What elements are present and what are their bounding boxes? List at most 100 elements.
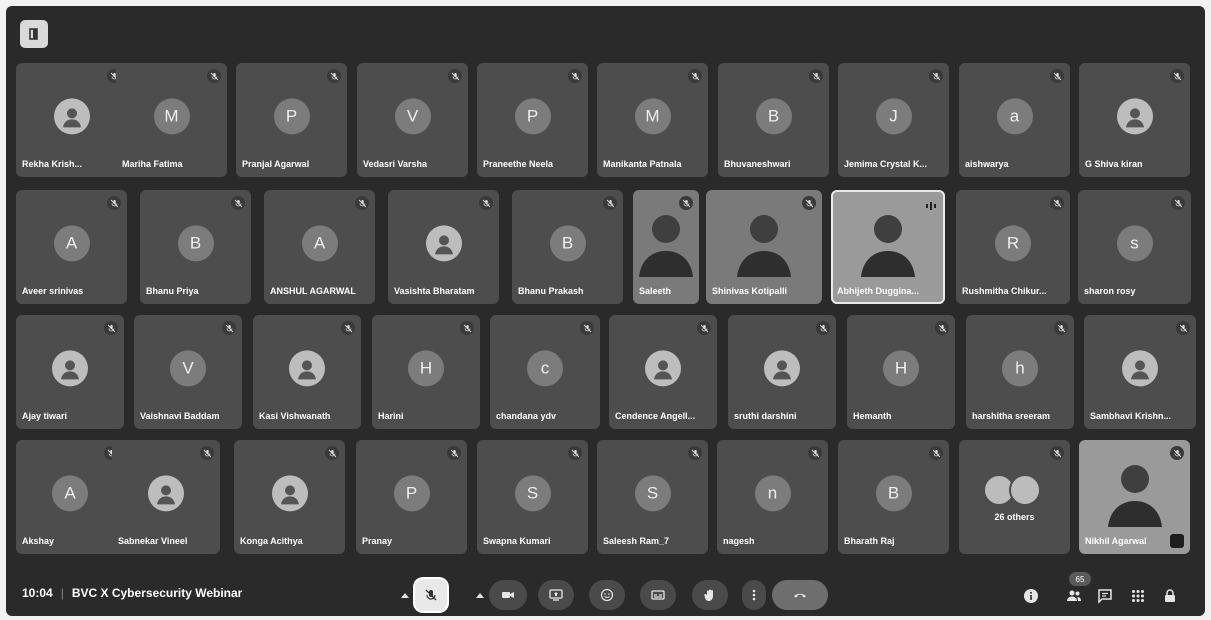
avatar: A	[301, 225, 338, 262]
mic-off-icon	[231, 196, 245, 210]
participant-tile[interactable]: J Jemima Crystal K...	[838, 63, 949, 177]
participant-name: Vedasri Varsha	[363, 159, 428, 169]
exit-fullscreen-button[interactable]	[20, 20, 48, 48]
participant-tile[interactable]: G Shiva kiran	[1079, 63, 1190, 177]
activities-button[interactable]	[1128, 586, 1148, 606]
participant-tile[interactable]: Konga Acithya	[234, 440, 345, 554]
participant-tile[interactable]: B Bhanu Priya	[140, 190, 251, 304]
meeting-time: 10:04	[22, 586, 53, 600]
participant-tile[interactable]: n nagesh	[717, 440, 828, 554]
participant-name: Swapna Kumari	[483, 536, 551, 546]
host-controls-button[interactable]	[1160, 586, 1180, 606]
camera-options-button[interactable]	[471, 580, 489, 610]
participant-tile[interactable]: P Pranay	[356, 440, 467, 554]
participant-tile[interactable]: A ANSHUL AGARWAL	[264, 190, 375, 304]
participant-tile[interactable]: P Praneethe Neela	[477, 63, 588, 177]
participant-tile[interactable]: V Vaishnavi Baddam	[134, 315, 242, 429]
participant-tile[interactable]: A Aveer srinivas	[16, 190, 127, 304]
mic-options-button[interactable]	[396, 580, 414, 610]
participant-tile[interactable]: A Akshay	[16, 440, 124, 554]
participant-tile[interactable]: H Harini	[372, 315, 480, 429]
participant-tile[interactable]: H Hemanth	[847, 315, 955, 429]
camera-toggle-button[interactable]	[489, 580, 527, 610]
participant-tile[interactable]: Kasi Vishwanath	[253, 315, 361, 429]
participant-tile[interactable]: h harshitha sreeram	[966, 315, 1074, 429]
participant-tile[interactable]: Shinivas Kotipalli	[706, 190, 822, 304]
avatar: P	[273, 98, 310, 135]
meeting-details-button[interactable]	[1021, 586, 1041, 606]
participant-tile[interactable]: Cendence Angell...	[609, 315, 717, 429]
others-tile[interactable]: 26 others	[959, 440, 1070, 554]
participant-video	[633, 207, 699, 282]
participant-name: Bharath Raj	[844, 536, 895, 546]
participant-tile[interactable]: s sharon rosy	[1078, 190, 1191, 304]
mic-off-icon	[448, 69, 462, 83]
avatar	[289, 350, 325, 387]
avatar: H	[883, 350, 919, 387]
participant-video	[729, 207, 799, 282]
participant-tile[interactable]: a aishwarya	[959, 63, 1070, 177]
participant-tile[interactable]: Saleeth	[633, 190, 699, 304]
avatar: B	[875, 475, 912, 512]
participant-tile[interactable]: B Bhanu Prakash	[512, 190, 623, 304]
participant-tile[interactable]: Nikhil Agarwal	[1079, 440, 1190, 554]
avatar	[645, 350, 681, 387]
participant-tile[interactable]: M Manikanta Patnala	[597, 63, 708, 177]
participant-tile[interactable]: V Vedasri Varsha	[357, 63, 468, 177]
avatar: A	[52, 475, 88, 512]
participant-tile[interactable]: S Saleesh Ram_7	[597, 440, 708, 554]
people-icon	[1067, 590, 1081, 601]
people-button[interactable]	[1064, 586, 1084, 606]
leave-call-button[interactable]	[772, 580, 828, 610]
more-options-button[interactable]	[742, 580, 766, 610]
participant-tile[interactable]: Ajay tiwari	[16, 315, 124, 429]
participant-name: Akshay	[22, 536, 55, 546]
chat-button[interactable]	[1095, 586, 1115, 606]
avatar: H	[408, 350, 444, 387]
participant-name: Bhanu Prakash	[518, 286, 584, 296]
avatar: B	[549, 225, 586, 262]
others-count-label: 26 others	[994, 512, 1035, 522]
picture-in-picture-icon[interactable]	[1170, 534, 1184, 548]
captions-button[interactable]	[640, 580, 676, 610]
mic-off-icon	[207, 69, 221, 83]
participant-tile[interactable]: c chandana ydv	[490, 315, 600, 429]
mic-off-icon	[1050, 446, 1064, 460]
mic-off-icon	[802, 196, 816, 210]
participant-tile[interactable]: B Bharath Raj	[838, 440, 949, 554]
participant-tile[interactable]: sruthi darshini	[728, 315, 836, 429]
avatar: P	[393, 475, 430, 512]
participant-video	[853, 207, 923, 282]
participant-tile[interactable]: Abhijeth Duggina...	[831, 190, 945, 304]
mic-off-icon	[929, 69, 943, 83]
participant-tile[interactable]: Sabnekar Vineel	[112, 440, 220, 554]
chevron-up-icon	[401, 592, 409, 598]
participant-tile[interactable]: S Swapna Kumari	[477, 440, 588, 554]
participant-name: harshitha sreeram	[972, 411, 1051, 421]
mic-off-icon	[929, 446, 943, 460]
mic-off-icon	[1050, 69, 1064, 83]
participant-name: Kasi Vishwanath	[259, 411, 331, 421]
participant-name: Vasishta Bharatam	[394, 286, 475, 296]
participant-name: sruthi darshini	[734, 411, 797, 421]
chat-icon	[1098, 589, 1112, 604]
participant-tile[interactable]: Sambhavi Krishn...	[1084, 315, 1196, 429]
avatar: c	[527, 350, 563, 387]
participant-tile[interactable]: M Mariha Fatima	[116, 63, 227, 177]
present-button[interactable]	[538, 580, 574, 610]
participant-tile[interactable]: P Pranjal Agarwal	[236, 63, 347, 177]
camera-icon	[502, 592, 514, 598]
avatar: s	[1116, 225, 1153, 262]
participant-tile[interactable]: B Bhuvaneshwari	[718, 63, 829, 177]
participant-tile[interactable]: Vasishta Bharatam	[388, 190, 499, 304]
avatar: M	[153, 98, 190, 135]
participant-tile[interactable]: Rekha Krish...	[16, 63, 127, 177]
raise-hand-button[interactable]	[692, 580, 728, 610]
mic-off-icon	[107, 196, 121, 210]
avatar: R	[995, 225, 1031, 262]
mic-toggle-button[interactable]	[415, 579, 447, 611]
participant-tile[interactable]: R Rushmitha Chikur...	[956, 190, 1070, 304]
avatar: B	[755, 98, 792, 135]
participant-name: Manikanta Patnala	[603, 159, 682, 169]
reactions-button[interactable]	[589, 580, 625, 610]
